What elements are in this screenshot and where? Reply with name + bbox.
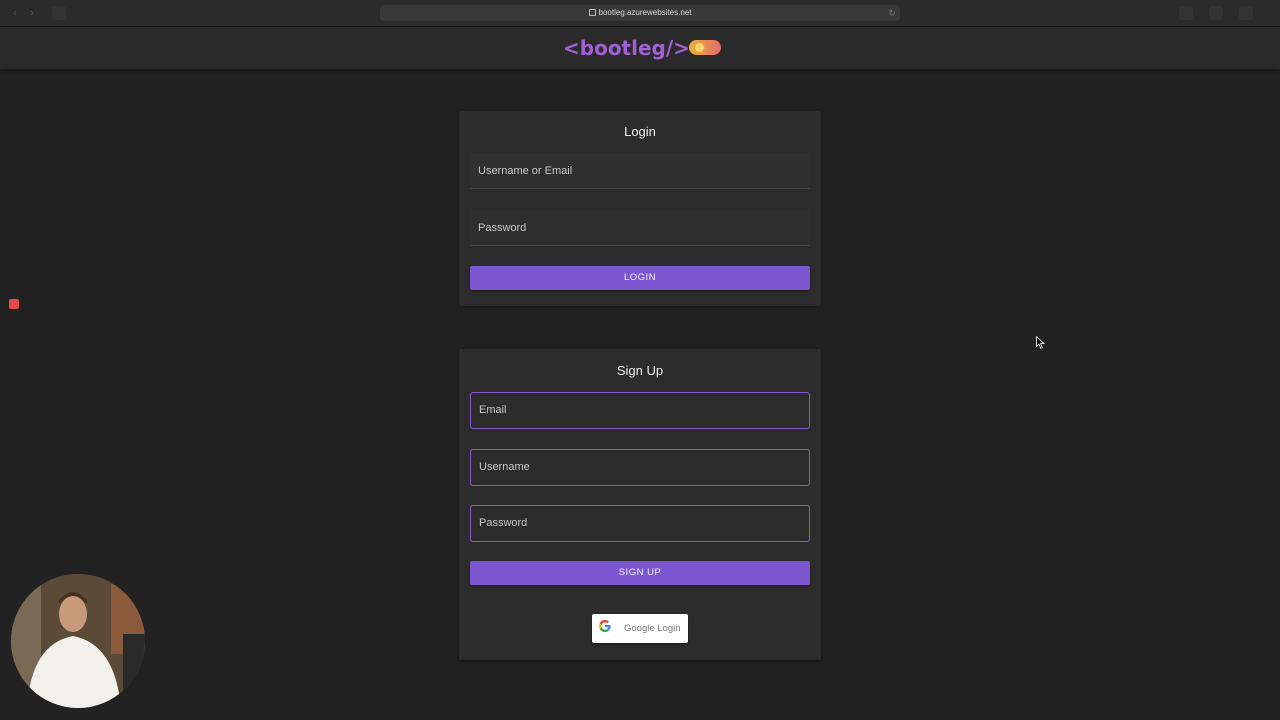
back-icon[interactable]: ‹ bbox=[8, 6, 22, 20]
login-username-input[interactable]: Username or Email bbox=[470, 153, 810, 189]
app-header: <bootleg/> bbox=[0, 27, 1280, 69]
google-icon bbox=[599, 620, 611, 632]
signup-password-input[interactable]: Password bbox=[470, 505, 810, 542]
reload-icon[interactable]: ↻ bbox=[888, 5, 896, 21]
signup-username-input[interactable]: Username bbox=[470, 449, 810, 486]
login-card: Login Username or Email Password LOGIN bbox=[459, 111, 821, 306]
address-bar[interactable]: bootleg.azurewebsites.net ↻ bbox=[380, 5, 900, 21]
extension-icon[interactable] bbox=[1179, 6, 1193, 20]
google-login-label: Google Login bbox=[624, 623, 681, 634]
signup-card: Sign Up Email Username Password SIGN UP … bbox=[459, 349, 821, 660]
login-password-input[interactable]: Password bbox=[470, 210, 810, 246]
login-button[interactable]: LOGIN bbox=[470, 266, 810, 290]
tabs-icon[interactable] bbox=[1239, 6, 1253, 20]
webcam-overlay bbox=[11, 574, 145, 708]
brand-logo[interactable]: <bootleg/> bbox=[563, 36, 690, 60]
signup-title: Sign Up bbox=[616, 363, 664, 378]
webcam-person-image bbox=[11, 574, 145, 708]
login-title: Login bbox=[624, 124, 656, 139]
recording-indicator-icon bbox=[9, 299, 19, 309]
address-url: bootleg.azurewebsites.net bbox=[598, 8, 692, 17]
sidebar-icon[interactable] bbox=[52, 6, 66, 20]
signup-button[interactable]: SIGN UP bbox=[470, 561, 810, 585]
mouse-cursor-icon bbox=[1036, 336, 1045, 349]
google-login-button[interactable]: Google Login bbox=[592, 614, 688, 643]
theme-toggle[interactable] bbox=[689, 40, 721, 55]
sun-icon bbox=[695, 43, 704, 52]
signup-email-input[interactable]: Email bbox=[470, 392, 810, 429]
lock-icon bbox=[588, 9, 596, 17]
share-icon[interactable] bbox=[1209, 6, 1223, 20]
browser-toolbar: ‹ › bootleg.azurewebsites.net ↻ bbox=[0, 0, 1280, 27]
forward-icon[interactable]: › bbox=[25, 6, 39, 20]
